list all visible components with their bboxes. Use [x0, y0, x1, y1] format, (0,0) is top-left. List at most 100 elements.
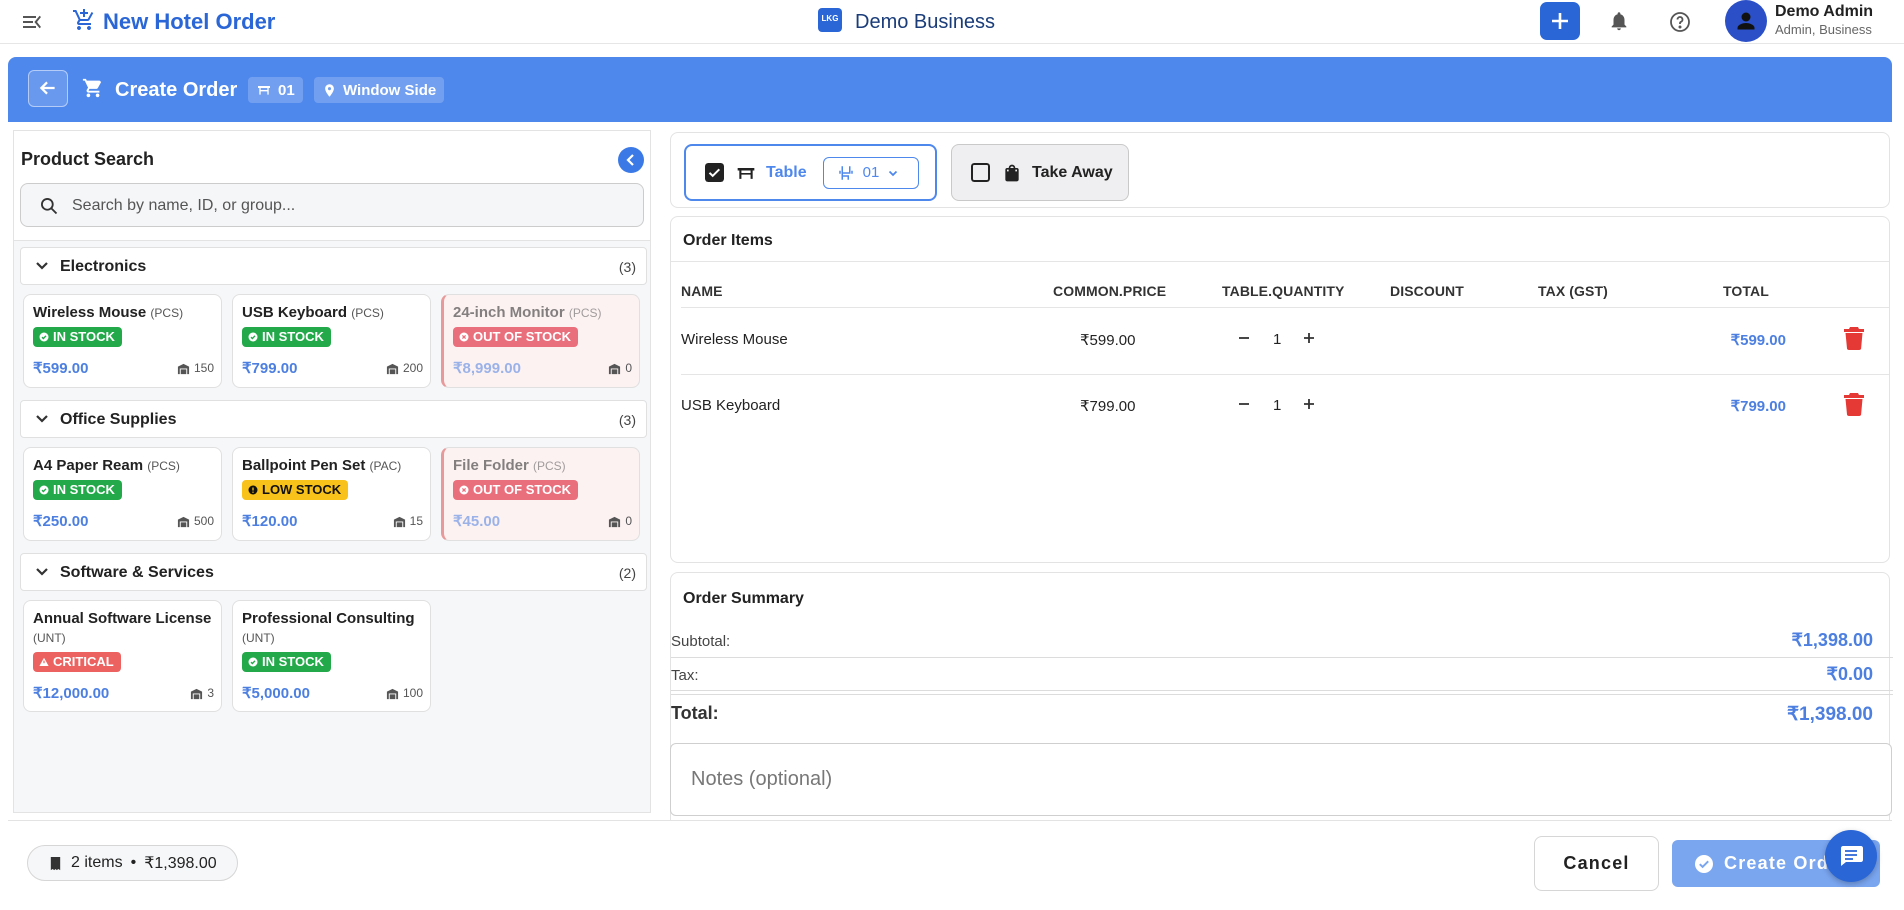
location-pin-icon — [325, 83, 334, 97]
location-chip: Window Side — [314, 77, 445, 103]
notes-input[interactable]: Notes (optional) — [670, 743, 1892, 816]
product-price: ₹8,999.00 — [453, 360, 521, 377]
arrow-left-icon — [39, 81, 55, 95]
cart-icon — [82, 77, 104, 99]
order-items-section: Order Items NAME COMMON.PRICE TABLE.QUAN… — [670, 216, 1890, 563]
check-circle-icon — [248, 657, 258, 667]
order-items-title: Order Items — [683, 232, 773, 249]
back-button[interactable] — [28, 70, 68, 107]
product-name: 24-inch Monitor (PCS) — [453, 304, 602, 321]
product-search-title: Product Search — [21, 149, 155, 169]
product-price: ₹120.00 — [242, 513, 298, 530]
total-label: Total: — [671, 703, 719, 723]
status-badge: IN STOCK — [242, 652, 331, 672]
item-quantity[interactable]: 1 — [1273, 397, 1281, 414]
chat-button[interactable] — [1825, 830, 1877, 882]
tax-value: ₹0.00 — [1826, 664, 1874, 684]
chevron-down-icon — [33, 410, 51, 428]
help-icon[interactable] — [1668, 10, 1692, 34]
user-name[interactable]: Demo Admin — [1775, 3, 1873, 21]
warehouse-icon — [177, 516, 190, 527]
column-header-quantity: TABLE.QUANTITY — [1222, 283, 1345, 299]
table-number-select[interactable]: 01 — [822, 156, 919, 189]
product-search-input[interactable]: Search by name, ID, or group... — [20, 183, 644, 227]
subtotal-value: ₹1,398.00 — [1791, 630, 1873, 650]
product-card-wireless-mouse[interactable]: Wireless Mouse (PCS) IN STOCK ₹599.00 15… — [23, 294, 222, 388]
category-electronics[interactable]: Electronics (3) — [20, 247, 647, 285]
decrease-quantity-icon[interactable] — [1236, 330, 1252, 346]
separator: • — [130, 854, 137, 871]
column-header-price: COMMON.PRICE — [1053, 283, 1167, 299]
order-type-section: Table 01 Take Away — [670, 132, 1890, 208]
notifications-bell-icon[interactable] — [1608, 10, 1630, 32]
table-option[interactable]: Table 01 — [684, 144, 937, 201]
product-name: Annual Software License (UNT) — [33, 610, 212, 645]
divider — [671, 657, 1893, 658]
column-header-tax: TAX (GST) — [1538, 283, 1608, 299]
checkbox-checked-icon[interactable] — [705, 163, 724, 182]
decrease-quantity-icon[interactable] — [1236, 396, 1252, 412]
stock-count: 100 — [386, 686, 423, 700]
product-name: Ballpoint Pen Set (PAC) — [242, 457, 402, 474]
check-circle-icon — [39, 332, 49, 342]
category-software-services[interactable]: Software & Services (2) — [20, 553, 647, 591]
chevron-down-icon — [889, 170, 898, 176]
stock-count: 15 — [393, 514, 423, 528]
plus-icon — [1552, 13, 1568, 29]
product-card-a4-paper-ream[interactable]: A4 Paper Ream (PCS) IN STOCK ₹250.00 500 — [23, 447, 222, 541]
product-price: ₹799.00 — [242, 360, 298, 377]
product-price: ₹5,000.00 — [242, 685, 310, 702]
table-option-label: Table — [766, 163, 807, 181]
app-title: New Hotel Order — [103, 9, 276, 34]
location-chip-label: Window Side — [343, 81, 437, 99]
stock-count: 150 — [177, 361, 214, 375]
collapse-panel-button[interactable] — [618, 147, 644, 173]
product-card-annual-software-license[interactable]: Annual Software License (UNT) CRITICAL ₹… — [23, 600, 222, 712]
increase-quantity-icon[interactable] — [1301, 330, 1317, 346]
warehouse-icon — [191, 688, 203, 699]
status-badge: OUT OF STOCK — [453, 327, 578, 347]
product-card-professional-consulting[interactable]: Professional Consulting (UNT) IN STOCK ₹… — [232, 600, 431, 712]
increase-quantity-icon[interactable] — [1301, 396, 1317, 412]
category-office-supplies[interactable]: Office Supplies (3) — [20, 400, 647, 438]
shopping-bag-icon — [1005, 164, 1019, 181]
stock-count: 200 — [386, 361, 423, 375]
item-name: USB Keyboard — [681, 397, 781, 414]
cancel-button[interactable]: Cancel — [1534, 836, 1659, 891]
item-quantity[interactable]: 1 — [1273, 331, 1281, 348]
subtotal-label: Subtotal: — [671, 633, 731, 650]
chevron-down-icon — [33, 563, 51, 581]
product-price: ₹12,000.00 — [33, 685, 110, 702]
business-name[interactable]: Demo Business — [855, 11, 995, 34]
user-role: Admin, Business — [1775, 22, 1872, 37]
product-name: A4 Paper Ream (PCS) — [33, 457, 180, 474]
chevron-left-icon — [626, 154, 634, 166]
chevron-down-icon — [33, 257, 51, 275]
checkbox-empty-icon[interactable] — [971, 163, 990, 182]
check-circle-icon — [39, 485, 49, 495]
item-total: ₹799.00 — [1730, 398, 1786, 415]
items-total: ₹1,398.00 — [144, 855, 217, 872]
search-icon — [39, 196, 59, 216]
receipt-icon — [50, 856, 61, 870]
warehouse-icon — [386, 363, 399, 374]
category-name: Office Supplies — [60, 411, 177, 428]
product-name: File Folder (PCS) — [453, 457, 566, 474]
user-avatar[interactable] — [1725, 0, 1767, 42]
category-count: (3) — [618, 412, 636, 428]
category-count: (3) — [618, 259, 636, 275]
product-card-usb-keyboard[interactable]: USB Keyboard (PCS) IN STOCK ₹799.00 200 — [232, 294, 431, 388]
status-badge: CRITICAL — [33, 652, 121, 672]
order-panel: Table 01 Take Away Order Items NAME COMM… — [670, 130, 1893, 872]
menu-toggle-icon[interactable] — [20, 10, 44, 34]
take-away-option[interactable]: Take Away — [951, 144, 1129, 201]
delete-trash-icon[interactable] — [1843, 326, 1865, 350]
delete-trash-icon[interactable] — [1843, 392, 1865, 416]
product-card-ballpoint-pen-set[interactable]: Ballpoint Pen Set (PAC) LOW STOCK ₹120.0… — [232, 447, 431, 541]
product-price: ₹599.00 — [33, 360, 89, 377]
warning-circle-icon — [248, 485, 258, 495]
product-card-24-inch-monitor[interactable]: 24-inch Monitor (PCS) OUT OF STOCK ₹8,99… — [441, 294, 640, 388]
product-card-file-folder[interactable]: File Folder (PCS) OUT OF STOCK ₹45.00 0 — [441, 447, 640, 541]
table-chip-label: 01 — [278, 81, 295, 99]
add-button[interactable] — [1540, 2, 1580, 40]
